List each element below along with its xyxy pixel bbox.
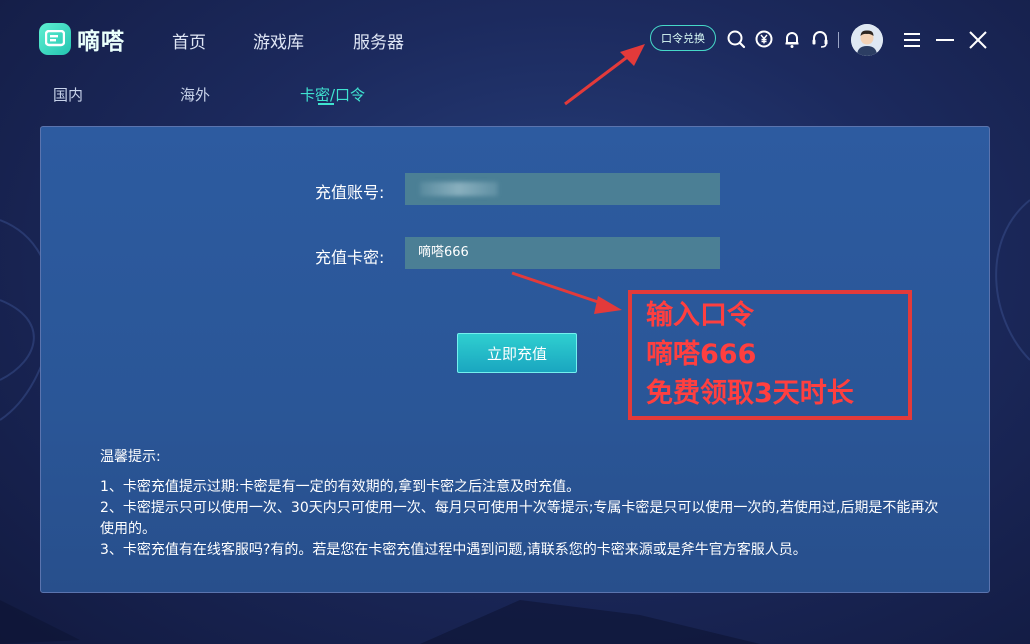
headset-icon[interactable]: [810, 29, 830, 49]
account-label: 充值账号:: [315, 183, 385, 202]
nav-game-library[interactable]: 游戏库: [253, 28, 304, 53]
minimize-icon[interactable]: [935, 30, 955, 50]
tab-domestic[interactable]: 国内: [53, 84, 83, 105]
title-bar: 嘀嗒 首页 游戏库 服务器 口令兑换: [0, 0, 1030, 80]
user-avatar[interactable]: [851, 24, 883, 56]
tab-card-code[interactable]: 卡密/口令: [300, 84, 365, 105]
menu-icon[interactable]: [902, 30, 922, 50]
toolbar-divider: [838, 32, 839, 48]
tip-item-2: 2、卡密提示只可以使用一次、30天内只可使用一次、每月只可使用十次等提示;专属卡…: [100, 500, 939, 537]
recharge-now-button[interactable]: 立即充值: [457, 333, 577, 373]
nav-servers[interactable]: 服务器: [353, 28, 404, 53]
annotation-line-2: 嘀嗒666: [646, 339, 757, 370]
nav-home[interactable]: 首页: [172, 28, 206, 53]
redacted-account: [420, 182, 498, 196]
active-tab-indicator: [318, 103, 334, 105]
tips-title: 温馨提示:: [100, 449, 161, 465]
search-icon[interactable]: [726, 29, 746, 49]
tip-item-3: 3、卡密充值有在线客服吗?有的。若是您在卡密充值过程中遇到问题,请联系您的卡密来…: [100, 542, 807, 558]
close-icon[interactable]: [968, 30, 988, 50]
annotation-line-1: 输入口令: [646, 300, 754, 331]
app-name: 嘀嗒: [77, 29, 125, 55]
logo-icon: [39, 23, 71, 55]
promo-annotation-box: 输入口令 嘀嗒666 免费领取3天时长: [628, 290, 912, 420]
card-code-input[interactable]: 嘀嗒666: [405, 237, 720, 269]
tab-overseas[interactable]: 海外: [180, 84, 210, 105]
redeem-code-button[interactable]: 口令兑换: [650, 25, 716, 51]
bell-icon[interactable]: [782, 29, 802, 49]
app-logo: 嘀嗒: [39, 22, 125, 56]
tip-item-1: 1、卡密充值提示过期:卡密是有一定的有效期的,拿到卡密之后注意及时充值。: [100, 479, 581, 495]
yuan-coin-icon[interactable]: [754, 29, 774, 49]
card-code-label: 充值卡密:: [315, 248, 385, 267]
annotation-line-3: 免费领取3天时长: [646, 378, 854, 409]
